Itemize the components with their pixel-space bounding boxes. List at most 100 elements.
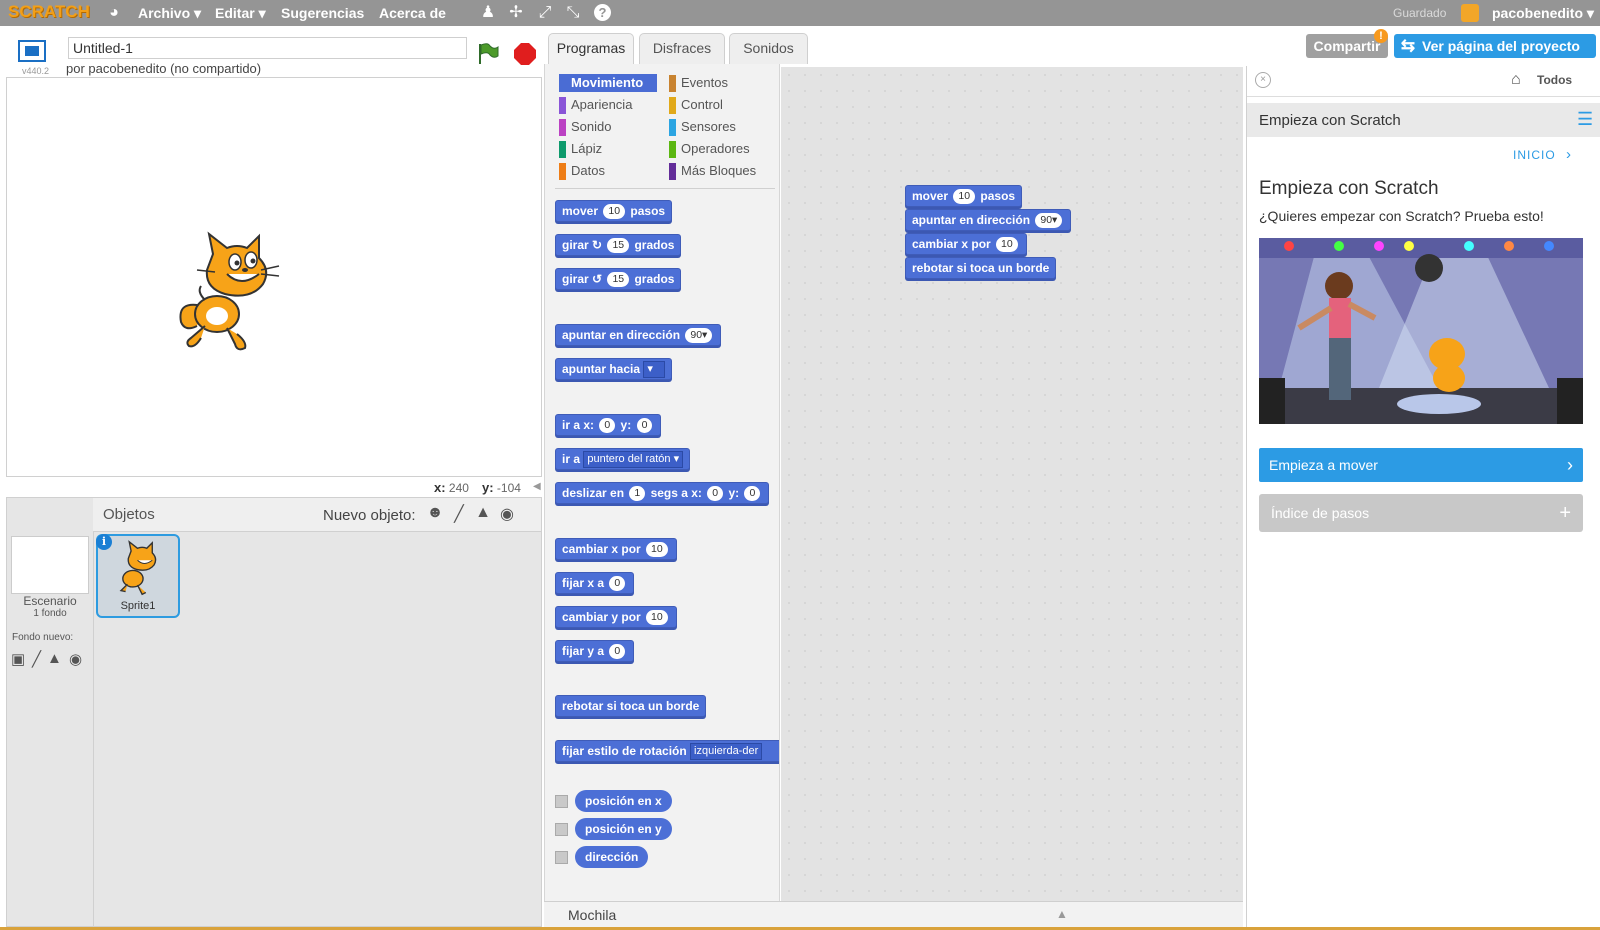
tips-toolbar: × ⌂ Todos (1247, 66, 1600, 97)
scratch-logo[interactable]: SCRATCH (8, 2, 90, 22)
globe-icon[interactable]: ◕ (104, 3, 124, 23)
mouse-x-readout: x: 240 (434, 480, 469, 495)
sprite-camera-icon[interactable]: ◉ (497, 504, 517, 524)
version-label: v440.2 (22, 66, 50, 76)
backdrop-library-icon[interactable]: ▣ (11, 650, 25, 668)
category-datos[interactable]: Datos (559, 162, 659, 180)
block-cambiar-y[interactable]: cambiar y por 10 (555, 606, 677, 628)
share-alert-badge: ! (1374, 29, 1388, 43)
category-operadores[interactable]: Operadores (669, 140, 775, 158)
block-apuntar-direccion[interactable]: apuntar en dirección 90▾ (555, 324, 722, 346)
checkbox-direccion[interactable] (555, 851, 568, 864)
close-icon[interactable]: × (1255, 72, 1271, 88)
category-lapiz[interactable]: Lápiz (559, 140, 659, 158)
block-ir-a[interactable]: ir a puntero del ratón ▾ (555, 448, 691, 470)
home-icon[interactable]: ⌂ (1511, 71, 1521, 89)
info-icon[interactable]: i (96, 534, 112, 550)
scripts-area[interactable]: mover 10 pasos apuntar en dirección 90▾ … (781, 67, 1243, 901)
rotate-ccw-icon: ↺ (592, 272, 603, 286)
backpack-label: Mochila (568, 907, 617, 923)
tab-sonidos[interactable]: Sonidos (729, 33, 808, 64)
sprite-pane: Escenario 1 fondo Fondo nuevo: ▣ ╱ ▲ ◉ O… (6, 497, 542, 927)
category-eventos[interactable]: Eventos (669, 74, 775, 92)
green-flag-icon[interactable] (476, 42, 500, 66)
user-avatar-icon[interactable] (1461, 4, 1479, 22)
tips-inicio-link[interactable]: INICIO › (1513, 146, 1572, 163)
sprite-upload-icon[interactable]: ▲ (473, 504, 493, 524)
category-mas-bloques[interactable]: Más Bloques (669, 162, 775, 180)
tips-title: Empieza con Scratch (1259, 178, 1439, 199)
script-block-rebotar[interactable]: rebotar si toca un borde (905, 257, 1057, 279)
duplicate-stamp-icon[interactable]: ♟ (478, 3, 498, 23)
shrink-icon[interactable]: ⤡ (563, 3, 583, 23)
start-moving-button[interactable]: Empieza a mover › (1259, 448, 1583, 482)
block-deslizar[interactable]: deslizar en 1 segs a x: 0 y: 0 (555, 482, 770, 504)
script-block-mover[interactable]: mover 10 pasos (905, 185, 1023, 207)
menu-acerca-de[interactable]: Acerca de (379, 5, 446, 21)
script-block-cambiar-x[interactable]: cambiar x por 10 (905, 233, 1027, 255)
block-apuntar-hacia[interactable]: apuntar hacia ▾ (555, 358, 673, 380)
project-byline: por pacobenedito (no compartido) (66, 61, 262, 76)
category-control[interactable]: Control (669, 96, 775, 114)
project-title-input[interactable]: Untitled-1 (68, 37, 467, 59)
steps-index-button[interactable]: Índice de pasos + (1259, 494, 1583, 532)
block-fijar-y[interactable]: fijar y a 0 (555, 640, 635, 662)
backdrop-upload-icon[interactable]: ▲ (47, 650, 62, 667)
stage-canvas[interactable] (6, 77, 542, 477)
sprite-paint-icon[interactable]: ╱ (449, 504, 469, 524)
stage-backdrop-count: 1 fondo (33, 608, 67, 619)
refresh-arrows-icon: ⇆ (1400, 36, 1416, 55)
username-menu[interactable]: pacobenedito ▾ (1492, 5, 1594, 22)
backdrop-camera-icon[interactable]: ◉ (69, 650, 82, 668)
script-block-apuntar[interactable]: apuntar en dirección 90▾ (905, 209, 1072, 231)
sprites-title: Objetos (103, 506, 155, 523)
stage-thumbnail[interactable] (11, 536, 89, 594)
category-apariencia[interactable]: Apariencia (559, 96, 659, 114)
stop-icon[interactable] (514, 43, 536, 65)
fullscreen-icon[interactable] (18, 40, 46, 62)
category-sensores[interactable]: Sensores (669, 118, 775, 136)
block-rebotar[interactable]: rebotar si toca un borde (555, 695, 707, 717)
dance-scene-illustration (1259, 238, 1583, 424)
block-ir-a-xy[interactable]: ir a x: 0 y: 0 (555, 414, 662, 436)
block-cambiar-x[interactable]: cambiar x por 10 (555, 538, 677, 560)
sprite-library-icon[interactable]: ☻ (425, 504, 445, 524)
backdrop-paint-icon[interactable]: ╱ (32, 650, 41, 668)
tips-all-link[interactable]: Todos (1537, 73, 1572, 87)
delete-scissors-icon[interactable]: ✢ (506, 3, 526, 23)
stage-column: Escenario 1 fondo Fondo nuevo: ▣ ╱ ▲ ◉ (7, 498, 94, 926)
help-icon[interactable]: ? (594, 4, 611, 21)
menu-archivo[interactable]: Archivo ▾ (138, 5, 201, 22)
stage-header: Untitled-1 v440.2 por pacobenedito (no c… (6, 34, 540, 76)
block-girar-izquierda[interactable]: girar ↺ 15 grados (555, 268, 682, 290)
block-palette: Movimiento Apariencia Sonido Lápiz Datos… (544, 64, 780, 904)
tips-header-title: Empieza con Scratch (1259, 112, 1401, 129)
reporter-direccion[interactable]: dirección (575, 846, 649, 868)
block-fijar-x[interactable]: fijar x a 0 (555, 572, 635, 594)
reporter-posicion-x[interactable]: posición en x (575, 790, 672, 812)
block-girar-derecha[interactable]: girar ↻ 15 grados (555, 234, 682, 256)
block-mover[interactable]: mover 10 pasos (555, 200, 673, 222)
tab-programas[interactable]: Programas (548, 33, 634, 64)
chevron-right-icon: › (1567, 455, 1573, 475)
menu-hamburger-icon[interactable]: ☰ (1577, 109, 1593, 130)
backpack-bar[interactable]: Mochila ▲ (544, 901, 1243, 928)
grow-icon[interactable]: ⤢ (535, 3, 555, 23)
menu-sugerencias[interactable]: Sugerencias (281, 5, 364, 21)
sprite-cat-thumbnail-icon (119, 540, 157, 596)
category-sonido[interactable]: Sonido (559, 118, 659, 136)
see-project-page-button[interactable]: ⇆ Ver página del proyecto (1394, 34, 1596, 58)
reporter-posicion-y[interactable]: posición en y (575, 818, 672, 840)
backpack-expand-icon[interactable]: ▲ (1056, 907, 1068, 921)
tab-disfraces[interactable]: Disfraces (639, 33, 725, 64)
category-movimiento[interactable]: Movimiento (559, 74, 657, 92)
tips-subtitle: ¿Quieres empezar con Scratch? Prueba est… (1259, 208, 1544, 224)
block-estilo-rotacion[interactable]: fijar estilo de rotación izquierda-der (555, 740, 779, 762)
scratch-cat-sprite[interactable] (175, 230, 281, 356)
checkbox-posicion-y[interactable] (555, 823, 568, 836)
sprite-thumbnail[interactable]: i Sprite1 (96, 534, 180, 618)
menu-editar[interactable]: Editar ▾ (215, 5, 266, 22)
collapse-stage-icon[interactable]: ◀ (533, 481, 543, 495)
checkbox-posicion-x[interactable] (555, 795, 568, 808)
saved-status: Guardado (1393, 6, 1447, 20)
